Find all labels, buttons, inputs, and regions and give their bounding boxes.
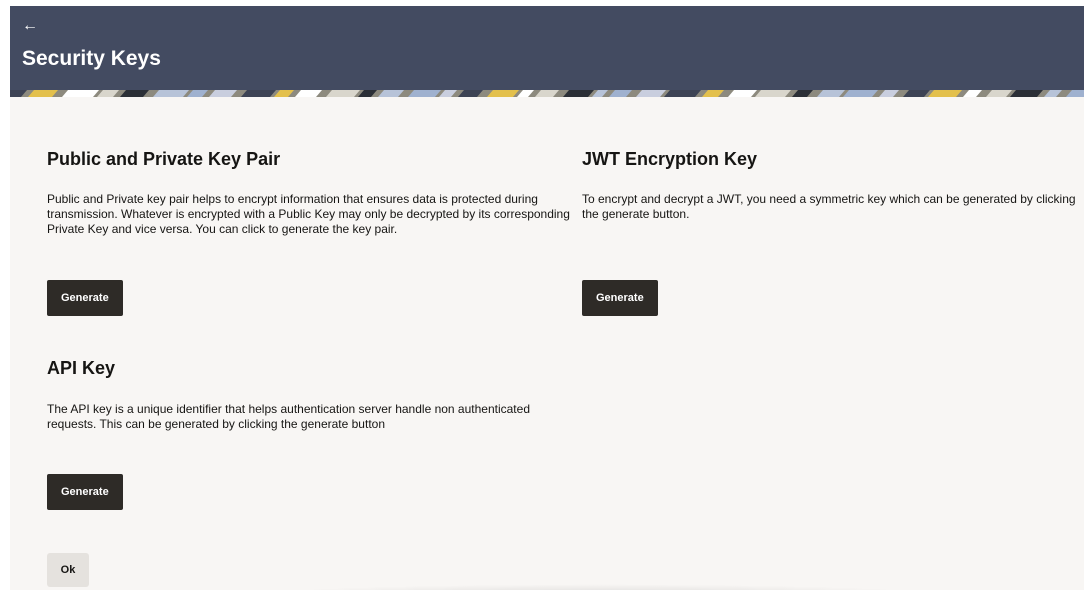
jwt-description: To encrypt and decrypt a JWT, you need a…	[582, 192, 1076, 221]
generate-key-pair-button[interactable]: Generate	[47, 280, 123, 316]
page-header: ← Security Keys	[10, 6, 1084, 97]
pattern-stripe	[843, 90, 878, 97]
generate-api-key-button[interactable]: Generate	[47, 474, 123, 510]
pattern-stripes	[10, 90, 1084, 97]
pattern-stripe	[153, 90, 189, 97]
key-pair-heading: Public and Private Key Pair	[47, 149, 281, 169]
page-frame: ← Security Keys Public and Private Key P…	[10, 6, 1084, 590]
api-key-description: The API key is a unique identifier that …	[47, 402, 530, 431]
ok-button[interactable]: Ok	[47, 553, 89, 587]
page-title: Security Keys	[22, 47, 161, 70]
jwt-heading: JWT Encryption Key	[582, 149, 758, 169]
pattern-stripe	[755, 90, 791, 97]
pattern-stripe	[326, 90, 360, 97]
pattern-stripe	[241, 90, 276, 97]
generate-jwt-button[interactable]: Generate	[582, 280, 658, 316]
api-key-heading: API Key	[47, 358, 116, 378]
header-decorative-pattern	[10, 90, 1084, 97]
bottom-shadow	[240, 584, 960, 590]
pattern-stripe	[62, 90, 99, 97]
key-pair-description: Public and Private key pair helps to enc…	[47, 192, 570, 236]
back-arrow-icon[interactable]: ←	[22, 18, 38, 34]
pattern-stripe	[664, 90, 701, 97]
